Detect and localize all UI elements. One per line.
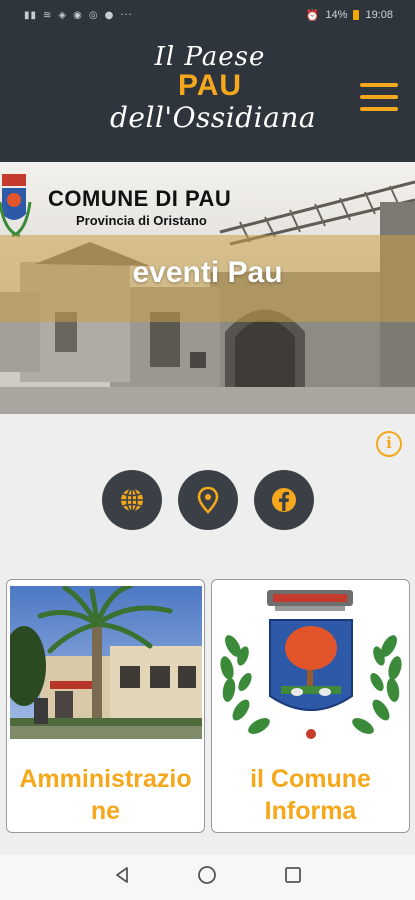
card-amministrazione[interactable]: Amministrazio ne <box>6 579 205 833</box>
more-dots-icon: ··· <box>120 9 133 21</box>
back-icon[interactable] <box>113 866 131 889</box>
facebook-icon <box>272 488 296 512</box>
hamburger-menu-icon[interactable] <box>360 83 398 111</box>
card-label-line1: il Comune <box>250 765 371 793</box>
battery-icon <box>353 10 360 20</box>
comune-title: COMUNE DI PAU <box>48 186 232 211</box>
logo-line1: Il Paese <box>154 42 266 72</box>
card-label-line2: ne <box>90 797 121 825</box>
wifi-icon: ≋ <box>43 9 53 21</box>
app-header: Il Paese PAU dell'Ossidiana <box>0 30 415 162</box>
card-comune-informa[interactable]: il Comune Informa <box>211 579 410 833</box>
card-label-line2: Informa <box>264 797 357 825</box>
amministrazione-photo <box>10 586 202 739</box>
location-pin-icon <box>197 486 219 514</box>
globe-icon <box>121 488 143 512</box>
alarm-icon: ⏰ <box>305 9 320 22</box>
signal-icon: ▮▮ <box>24 9 38 21</box>
card-amministrazione-label: Amministrazio ne <box>7 763 204 827</box>
alarm-app-icon: ◉ <box>73 9 83 21</box>
recents-icon[interactable] <box>284 866 302 889</box>
website-button[interactable] <box>102 470 162 530</box>
comune-crest-image <box>215 586 407 739</box>
banner-title: eventi Pau <box>132 256 283 289</box>
status-icons-left: ▮▮ ≋ ◈ ◉ ◎ ● ··· <box>24 10 133 21</box>
card-comune-informa-label: il Comune Informa <box>212 763 409 827</box>
app-logo[interactable]: Il Paese PAU dell'Ossidiana <box>110 38 317 156</box>
info-icon[interactable]: i <box>376 431 402 457</box>
logo-line3: dell'Ossidiana <box>110 101 317 134</box>
card-label-line1: Amministrazio <box>19 765 192 793</box>
map-location-button[interactable] <box>178 470 238 530</box>
logo-line2: PAU <box>177 69 243 102</box>
nfc-icon: ◈ <box>58 9 68 21</box>
event-banner[interactable]: COMUNE DI PAU Provincia di Oristano even… <box>0 162 415 414</box>
system-nav-bar <box>0 855 415 900</box>
facebook-button[interactable] <box>254 470 314 530</box>
comune-subtitle: Provincia di Oristano <box>76 213 207 228</box>
home-icon[interactable] <box>197 865 217 890</box>
status-bar: ▮▮ ≋ ◈ ◉ ◎ ● ··· ⏰ 14% 19:08 <box>0 0 415 30</box>
clock: 19:08 <box>365 9 393 21</box>
whatsapp-icon: ◎ <box>88 9 99 21</box>
battery-percent: 14% <box>325 9 348 21</box>
messenger-icon: ● <box>104 9 115 21</box>
status-icons-right: ⏰ 14% 19:08 <box>306 9 393 22</box>
